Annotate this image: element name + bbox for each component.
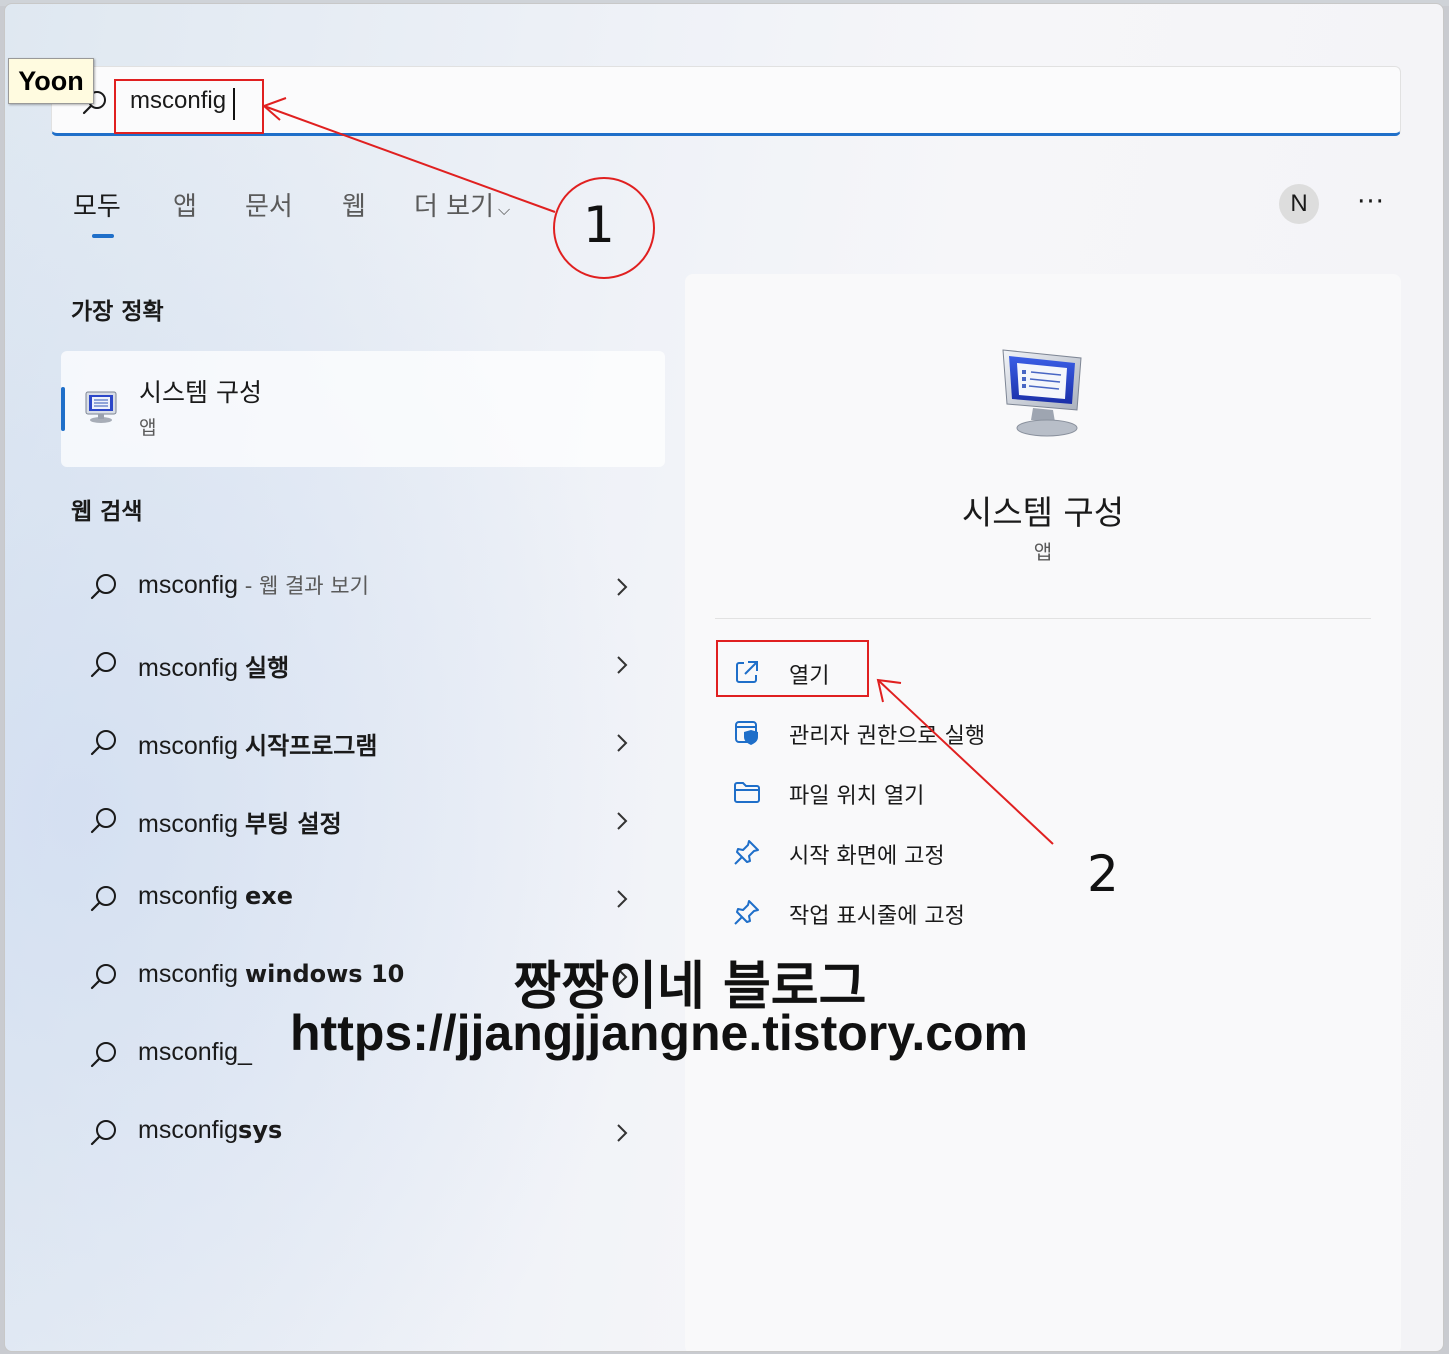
tab-label: 모두 [73,192,121,222]
search-icon [90,652,116,678]
system-configuration-icon [1002,349,1082,437]
detail-subtitle: 앱 [1033,540,1053,564]
action-label: 시작 화면에 고정 [789,844,945,869]
active-tab-indicator [92,234,114,238]
user-tooltip-label: Yoon [8,58,94,104]
shield-icon [735,721,758,745]
search-icon [90,1042,116,1068]
suggestion-bold-term: 시작프로그램 [244,732,378,760]
chevron-right-icon [617,734,628,752]
tab-label: 더 보기 [414,192,495,222]
web-search-heading: 웹 검색 [71,499,143,525]
tab-documents[interactable]: 문서 [245,186,293,223]
search-highlight-box [114,79,264,134]
suggestion-bold-term: 부팅 설정 [244,810,342,838]
suggestion-bold-term: sys [238,1116,283,1144]
open-file-location-button[interactable]: 파일 위치 열기 [733,770,1133,814]
chevron-right-icon [617,1124,628,1142]
pin-to-start-button[interactable]: 시작 화면에 고정 [733,830,1133,874]
suggestion-text: msconfig exe [138,882,293,911]
step1-label: 1 [583,196,615,254]
step2-label: 2 [1087,845,1119,903]
best-match-result[interactable]: 시스템 구성 앱 [61,351,665,467]
suggestion-query: msconfig [138,571,239,599]
detail-panel: 시스템 구성 앱 열기 관리자 권한으로 실행 파일 위치 열기 시작 화면에 … [685,274,1401,1351]
suggestion-query: msconfig_ [138,1038,252,1066]
tab-apps[interactable]: 앱 [173,186,197,223]
divider [715,618,1371,619]
system-configuration-icon [85,391,117,423]
search-icon [90,808,116,834]
suggestion-query: msconfig [138,732,245,760]
search-icon [90,1120,116,1146]
chevron-right-icon [617,890,628,908]
watermark-url: https://jjangjjangne.tistory.com [290,1005,1029,1061]
avatar[interactable]: N [1279,184,1319,224]
suggestion-suffix: - 웹 결과 보기 [238,574,369,598]
suggestion-text: msconfig - 웹 결과 보기 [138,570,369,600]
suggestion-bold-term: exe [244,882,294,910]
chevron-right-icon [617,578,628,596]
action-label: 관리자 권한으로 실행 [789,724,986,749]
web-search-suggestion[interactable]: msconfig - 웹 결과 보기 [61,552,665,622]
suggestion-query: msconfig [138,810,245,838]
best-match-title: 시스템 구성 [139,378,262,407]
suggestion-text: msconfig 시작프로그램 [138,726,377,761]
run-as-admin-button[interactable]: 관리자 권한으로 실행 [733,710,1133,754]
web-search-suggestion[interactable]: msconfig 실행 [61,630,665,700]
web-search-suggestion[interactable]: msconfig 시작프로그램 [61,708,665,778]
best-match-subtitle: 앱 [139,417,157,439]
pin-icon [734,840,759,865]
suggestion-query: msconfig [138,654,245,682]
chevron-right-icon [617,656,628,674]
suggestion-text: msconfig 실행 [138,648,289,683]
suggestion-query: msconfig [138,882,245,910]
search-icon [90,964,116,990]
tab-label: 문서 [245,192,293,222]
web-search-suggestion[interactable]: msconfig exe [61,864,665,934]
search-icon [90,886,116,912]
tab-label: 웹 [342,192,366,222]
selection-indicator [61,387,65,431]
suggestion-bold-term: 실행 [244,654,290,682]
web-search-suggestion[interactable]: msconfigsys [61,1098,665,1168]
open-highlight-box [716,640,869,697]
avatar-initial: N [1290,190,1308,217]
best-match-heading: 가장 정확 [71,299,164,325]
tab-all[interactable]: 모두 [73,186,121,223]
suggestion-text: msconfig 부팅 설정 [138,804,342,839]
tab-more[interactable]: 더 보기 ⌵ [414,186,510,223]
chevron-right-icon [617,812,628,830]
suggestion-text: msconfigsys [138,1116,282,1145]
pin-to-taskbar-button[interactable]: 작업 표시줄에 고정 [733,890,1133,934]
suggestion-query: msconfig [138,960,245,988]
search-icon [90,730,116,756]
more-options-button[interactable]: ··· [1349,186,1393,222]
action-label: 작업 표시줄에 고정 [789,904,965,929]
suggestion-text: msconfig windows 10 [138,960,404,989]
web-search-suggestion[interactable]: msconfig 부팅 설정 [61,786,665,856]
chevron-down-icon: ⌵ [498,200,511,219]
pin-icon [734,900,759,925]
more-icon: ··· [1357,187,1385,217]
tab-label: 앱 [173,192,197,222]
suggestion-bold-term: windows 10 [244,960,405,988]
search-icon [90,574,116,600]
suggestion-text: msconfig_ [138,1038,252,1067]
folder-icon [734,782,760,803]
suggestion-query: msconfig [138,1116,239,1144]
detail-title: 시스템 구성 [961,493,1125,532]
action-label: 파일 위치 열기 [789,784,925,809]
tab-web[interactable]: 웹 [342,186,366,223]
